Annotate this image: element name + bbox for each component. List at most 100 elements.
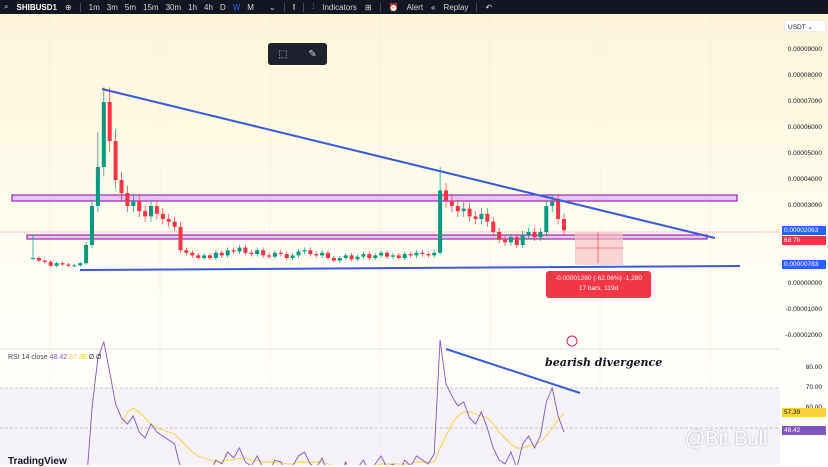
rsi-band xyxy=(0,388,780,465)
rsi-tick: 70.00 xyxy=(805,384,822,391)
candle-body xyxy=(396,255,401,258)
candle-body xyxy=(54,263,59,266)
candle-body xyxy=(66,264,71,266)
candle-body xyxy=(267,255,271,257)
line-price-tag: 0.00000783 xyxy=(782,260,826,269)
candle-body xyxy=(538,232,543,238)
price-tick: 0.00007000 xyxy=(787,98,822,105)
candle-body xyxy=(60,263,65,265)
candle-body xyxy=(107,102,112,141)
drawing-toolbar: ⬚ ✎ xyxy=(268,43,327,65)
rsi-extra: Ø Ø xyxy=(88,354,102,361)
candle-body xyxy=(272,252,277,257)
price-tick: 0.00005000 xyxy=(787,150,822,157)
candle-body xyxy=(261,250,266,256)
candle-body xyxy=(514,237,519,245)
candle-body xyxy=(508,237,513,243)
descending-trendline xyxy=(101,88,716,239)
candle-body xyxy=(390,255,395,257)
candle-body xyxy=(526,232,531,235)
candle-body xyxy=(137,200,142,212)
candle-body xyxy=(202,255,207,258)
current-price-tag: 0.00002063 xyxy=(782,226,826,235)
candle-body xyxy=(444,190,448,201)
candle-body xyxy=(438,190,443,253)
measure-box xyxy=(575,232,623,265)
divergence-annotation: bearish divergence xyxy=(545,356,663,369)
rsi-tick: 80.00 xyxy=(805,364,822,371)
candle-body xyxy=(290,255,295,258)
candle-body xyxy=(208,255,212,258)
candle-body xyxy=(190,252,195,256)
price-tick: 0.00008000 xyxy=(787,72,822,79)
candle-body xyxy=(497,232,502,240)
candle-body xyxy=(414,252,419,256)
rsi-ma-value: 57.39 xyxy=(69,354,87,361)
price-axis[interactable]: USDT ⌄ 0.00009000 0.00008000 0.00007000 0.0… xyxy=(780,14,828,465)
currency-select[interactable]: USDT ⌄ xyxy=(784,20,826,32)
currency-label: USDT xyxy=(788,24,806,31)
candle-body xyxy=(379,252,384,256)
candle-body xyxy=(178,226,183,251)
rsi-title: RSI 14 close xyxy=(8,354,48,361)
candle-body xyxy=(426,254,431,256)
candle-body xyxy=(172,221,177,227)
candle-body xyxy=(296,251,301,256)
candle-body xyxy=(455,206,460,212)
chart-canvas[interactable] xyxy=(0,0,828,465)
candle-body xyxy=(503,239,507,243)
candle-body xyxy=(219,252,224,256)
candle-body xyxy=(231,250,236,252)
candle-body xyxy=(302,250,307,252)
candle-body xyxy=(314,254,319,256)
candle-body xyxy=(550,200,555,206)
candle-body xyxy=(48,261,53,266)
candle-body xyxy=(225,250,230,256)
candle-body xyxy=(343,255,348,258)
candle-body xyxy=(84,245,89,264)
candle-body xyxy=(320,252,325,256)
candle-body xyxy=(373,255,378,258)
candle-body xyxy=(90,206,94,245)
candle-body xyxy=(361,254,366,257)
candle-body xyxy=(184,250,189,253)
candle-body xyxy=(385,252,389,257)
candle-body xyxy=(308,250,313,255)
candle-body xyxy=(485,213,490,222)
brush-icon[interactable]: ✎ xyxy=(308,49,316,60)
candle-body xyxy=(143,211,148,217)
candle-body xyxy=(113,141,118,180)
candle-body xyxy=(449,200,454,206)
candle-body xyxy=(349,255,354,260)
candle-body xyxy=(562,219,566,231)
candle-body xyxy=(473,216,478,219)
select-rect-icon[interactable]: ⬚ xyxy=(278,49,287,60)
candle-body xyxy=(532,232,537,238)
candle-body xyxy=(326,252,330,258)
candle-body xyxy=(42,260,47,262)
candle-body xyxy=(78,263,83,266)
resistance-zone xyxy=(11,194,738,202)
rsi-legend[interactable]: RSI 14 close 48.42 57.39 Ø Ø xyxy=(8,354,101,361)
price-tick: 0.00009000 xyxy=(787,46,822,53)
lightning-icon xyxy=(566,335,578,347)
candle-body xyxy=(154,206,159,214)
candle-body xyxy=(101,102,106,167)
candle-body xyxy=(255,250,260,255)
candle-body xyxy=(402,254,407,258)
rsi-ma-tag: 57.39 xyxy=(782,408,826,417)
rsi-value: 48.42 xyxy=(49,354,68,361)
candle-body xyxy=(355,256,360,260)
candle-body xyxy=(72,265,77,267)
bar-countdown-tag: 6d 7h xyxy=(782,236,826,245)
rsi-value-tag: 48.42 xyxy=(782,426,826,435)
price-tick: -0.00001000 xyxy=(785,306,822,313)
candle-body xyxy=(243,247,248,253)
candle-body xyxy=(432,252,437,256)
candle-body xyxy=(491,221,496,232)
candle-body xyxy=(237,247,242,252)
candle-body xyxy=(337,258,342,261)
measure-bars: 17 bars, 119d xyxy=(578,285,619,292)
candle-body xyxy=(160,213,165,219)
candle-body xyxy=(278,252,283,255)
